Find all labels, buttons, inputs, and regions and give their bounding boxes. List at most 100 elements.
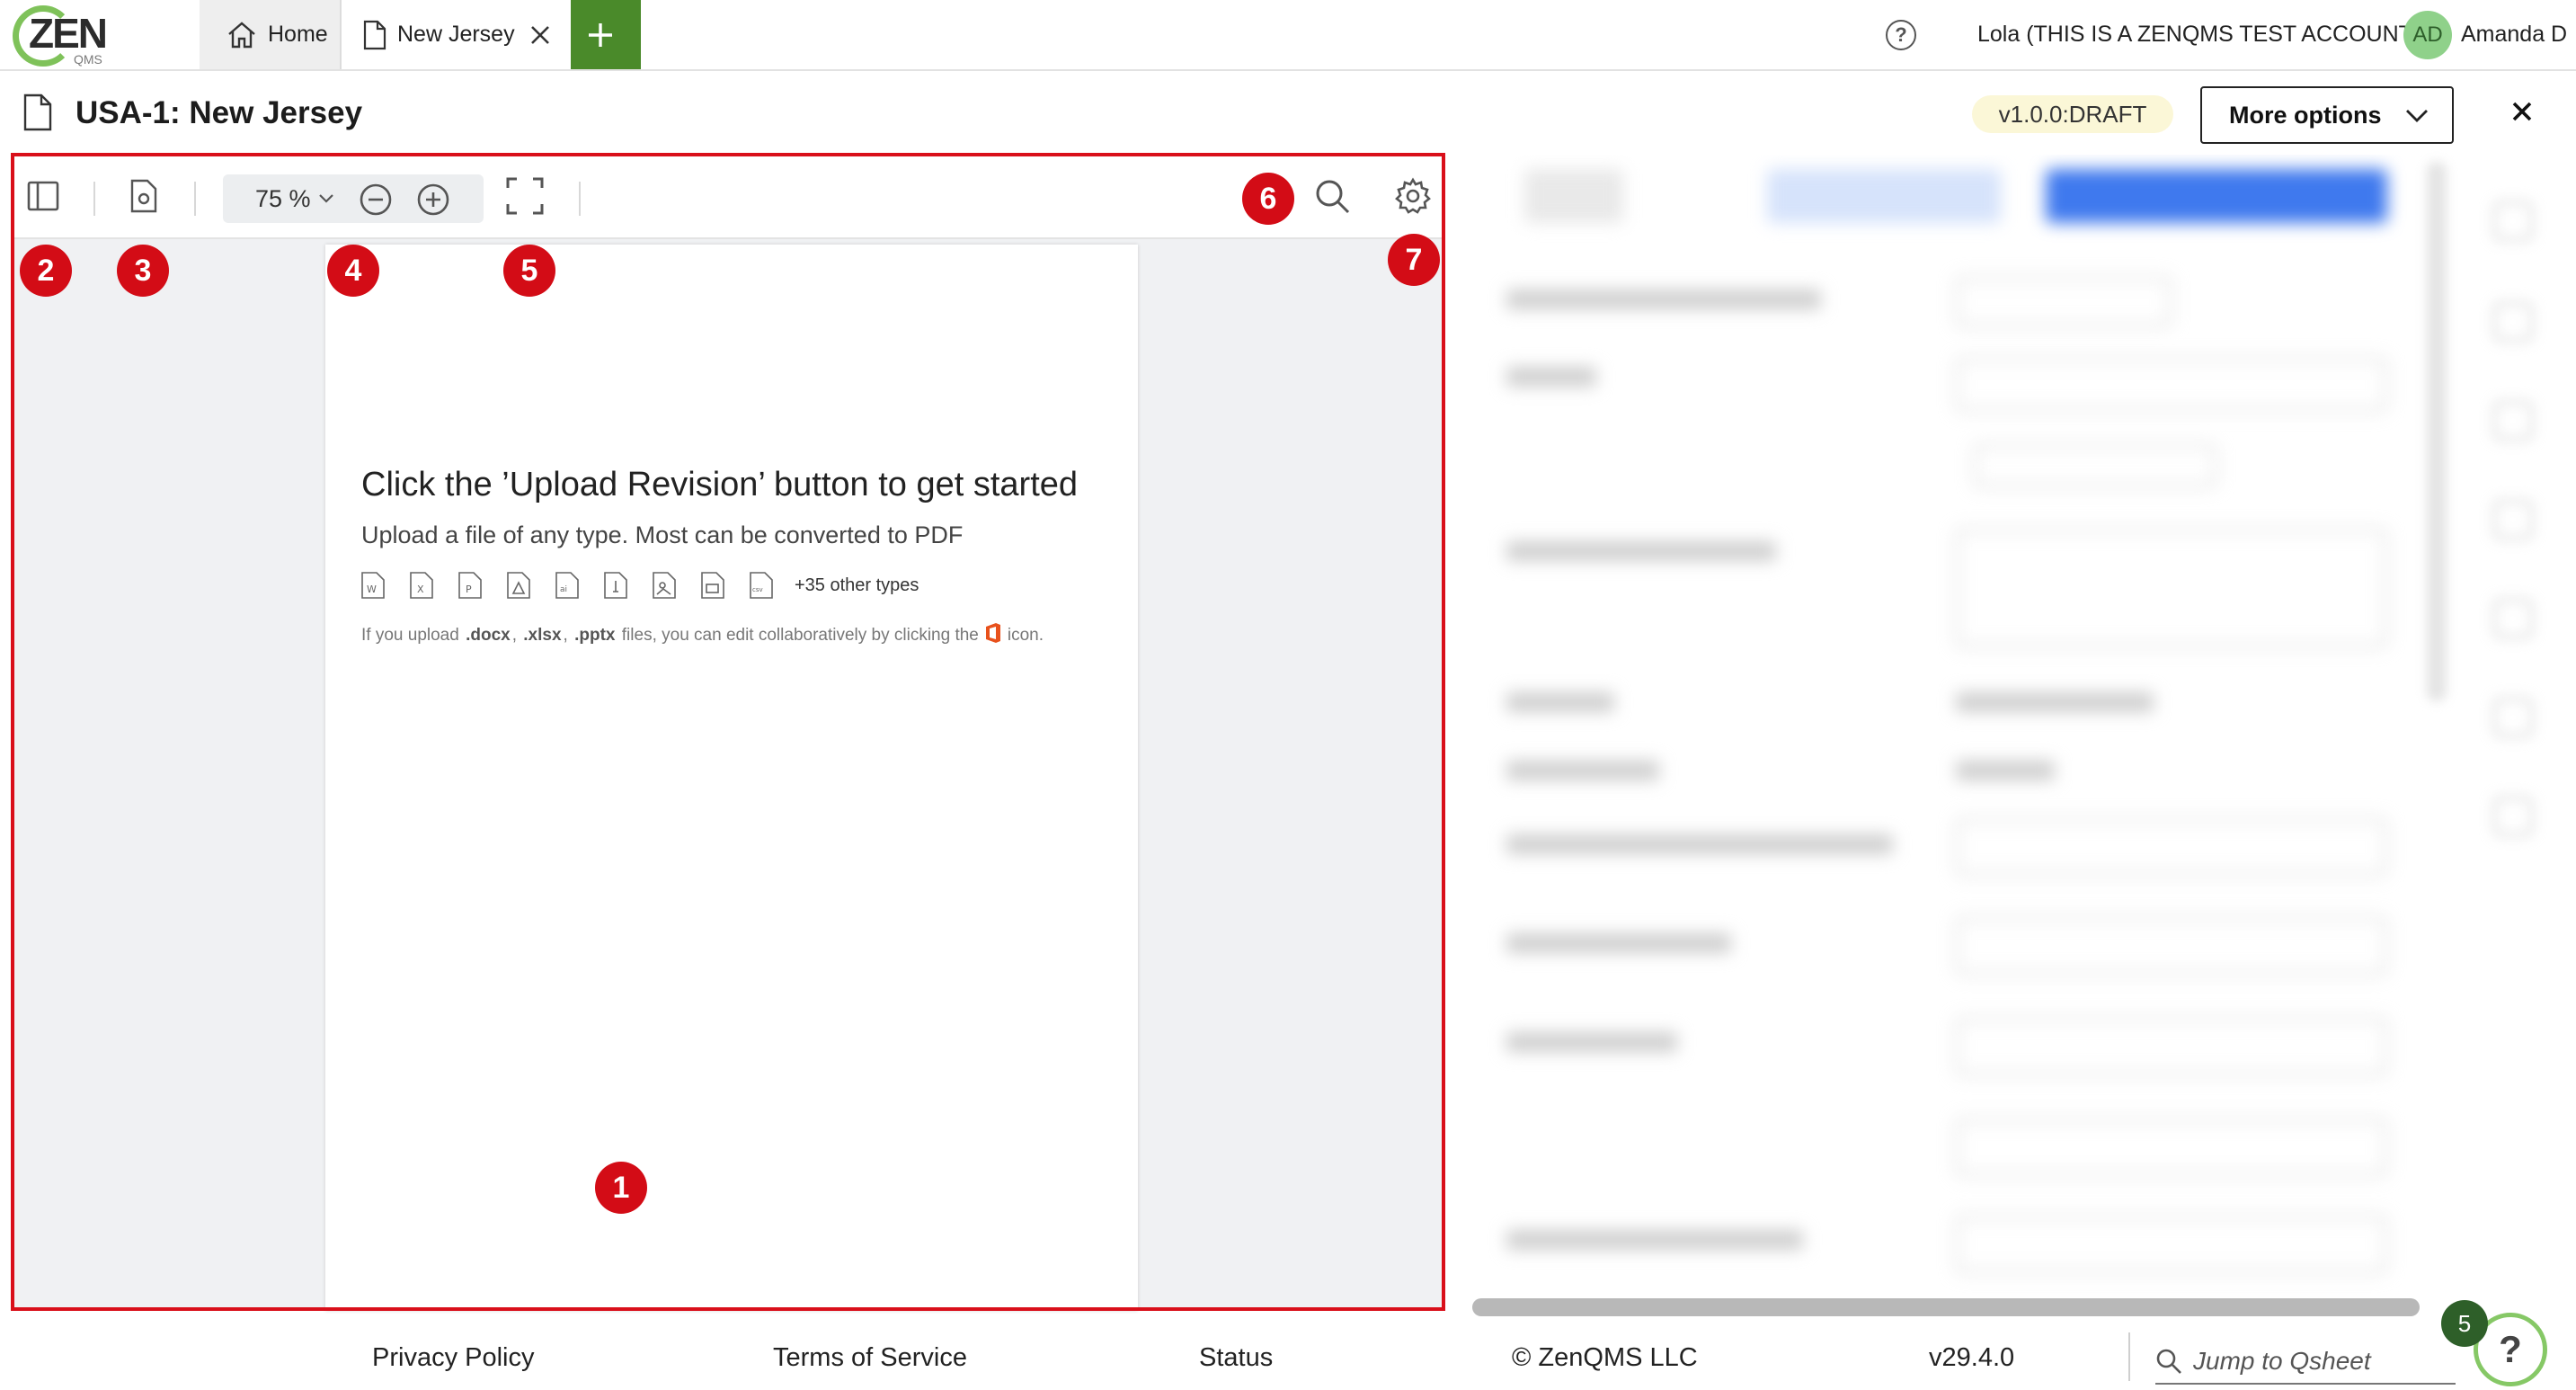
rail-icon[interactable] bbox=[2493, 201, 2533, 241]
pdf-file-icon bbox=[507, 572, 530, 599]
svg-text:P: P bbox=[466, 584, 472, 595]
blurred-field bbox=[1956, 529, 2387, 647]
tab-home[interactable]: Home bbox=[200, 0, 342, 69]
blurred-label bbox=[1506, 933, 1731, 953]
status-link[interactable]: Status bbox=[1199, 1343, 1273, 1373]
blurred-label bbox=[1506, 1032, 1677, 1052]
rail-icon[interactable] bbox=[2493, 797, 2533, 836]
note-comma: , bbox=[511, 626, 517, 645]
help-icon[interactable]: ? bbox=[1886, 20, 1916, 50]
blurred-field bbox=[1956, 1018, 2387, 1075]
close-icon bbox=[2512, 102, 2532, 121]
callout-badge-7: 7 bbox=[1388, 234, 1440, 286]
callout-badge-3: 3 bbox=[117, 245, 169, 297]
svg-text:csv: csv bbox=[752, 586, 763, 593]
rail-icon[interactable] bbox=[2493, 599, 2533, 638]
excel-file-icon: X bbox=[410, 572, 433, 599]
callout-badge-6: 6 bbox=[1242, 173, 1294, 225]
gear-icon bbox=[1395, 177, 1431, 214]
privacy-policy-link[interactable]: Privacy Policy bbox=[372, 1343, 535, 1373]
svg-text:ai: ai bbox=[560, 585, 567, 594]
footer-divider bbox=[2128, 1332, 2130, 1381]
zoom-select[interactable]: 75 % bbox=[255, 185, 311, 213]
blurred-button bbox=[1524, 169, 1623, 223]
more-options-label: More options bbox=[2229, 101, 2382, 129]
image-file-icon bbox=[653, 572, 676, 599]
blurred-button bbox=[2046, 169, 2387, 223]
add-tab-button[interactable] bbox=[571, 0, 641, 69]
avatar[interactable]: AD bbox=[2403, 11, 2452, 59]
toggle-sidebar-button[interactable] bbox=[25, 178, 61, 214]
zoom-in-icon[interactable] bbox=[415, 182, 451, 218]
note-pptx: .pptx bbox=[574, 626, 616, 645]
powerpoint-file-icon: P bbox=[458, 572, 482, 599]
tab-home-label: Home bbox=[268, 22, 328, 47]
terms-of-service-link[interactable]: Terms of Service bbox=[773, 1343, 967, 1373]
blurred-label bbox=[1506, 290, 1821, 309]
user-menu[interactable]: Amanda D bbox=[2461, 22, 2567, 48]
blurred-label bbox=[1506, 692, 1614, 712]
document-search-panel-button[interactable] bbox=[126, 178, 162, 214]
more-options-button[interactable]: More options bbox=[2200, 86, 2454, 144]
search-icon bbox=[2156, 1349, 2181, 1374]
jump-placeholder: Jump to Qsheet bbox=[2193, 1347, 2371, 1375]
callout-badge-1: 1 bbox=[595, 1162, 647, 1214]
copyright: © ZenQMS LLC bbox=[1512, 1343, 1698, 1372]
search-button[interactable] bbox=[1312, 176, 1352, 216]
blurred-field bbox=[1956, 818, 2387, 876]
rail-icon[interactable] bbox=[2493, 401, 2533, 441]
logo-subtext: QMS bbox=[74, 52, 102, 67]
fullscreen-button[interactable] bbox=[505, 176, 545, 216]
callout-badge-2: 2 bbox=[20, 245, 72, 297]
csv-file-icon: csv bbox=[750, 572, 773, 599]
blurred-field bbox=[1956, 1118, 2387, 1176]
rail-icon[interactable] bbox=[2493, 698, 2533, 737]
chevron-down-icon bbox=[2406, 110, 2428, 122]
svg-text:X: X bbox=[417, 584, 424, 595]
illustrator-file-icon: ai bbox=[555, 572, 579, 599]
tab-new-jersey[interactable]: New Jersey bbox=[342, 0, 570, 69]
close-tab-button[interactable] bbox=[529, 24, 562, 46]
office-icon bbox=[984, 622, 1002, 649]
logo-wordmark: ZEN bbox=[29, 10, 108, 57]
blurred-field bbox=[1956, 277, 2172, 327]
note-suffix: icon. bbox=[1007, 626, 1044, 645]
search-icon bbox=[1316, 180, 1350, 214]
blurred-value bbox=[1956, 761, 2055, 780]
blurred-field bbox=[1974, 444, 2216, 487]
blurred-field bbox=[1956, 1216, 2387, 1273]
svg-text:W: W bbox=[367, 584, 377, 595]
panel-vertical-scrollbar[interactable] bbox=[2427, 162, 2447, 701]
zenqms-logo[interactable]: ZEN QMS bbox=[9, 4, 108, 67]
empty-state-subheading: Upload a file of any type. Most can be c… bbox=[361, 521, 964, 548]
close-icon bbox=[530, 25, 549, 44]
database-file-icon bbox=[701, 572, 724, 599]
note-xlsx: .xlsx bbox=[523, 626, 562, 645]
viewer-toolbar: 75 % bbox=[11, 153, 1445, 239]
close-document-button[interactable] bbox=[2511, 101, 2533, 127]
toolbar-divider bbox=[579, 182, 581, 216]
file-type-list: W X P ai csv +35 other types bbox=[361, 572, 919, 599]
zoom-control: 75 % bbox=[223, 174, 484, 223]
rail-icon[interactable] bbox=[2493, 500, 2533, 539]
document-settings-icon bbox=[130, 179, 157, 213]
account-switcher[interactable]: Lola (THIS IS A ZENQMS TEST ACCOUNT) bbox=[1977, 22, 2420, 48]
blurred-value bbox=[1956, 692, 2154, 712]
toolbar-divider bbox=[93, 182, 95, 216]
version-badge: v1.0.0:DRAFT bbox=[1972, 95, 2173, 133]
plus-icon bbox=[589, 22, 612, 47]
viewer-settings-button[interactable] bbox=[1393, 176, 1433, 216]
note-comma: , bbox=[563, 626, 568, 645]
fullscreen-icon bbox=[506, 177, 544, 215]
chevron-down-icon[interactable] bbox=[318, 193, 334, 204]
jump-to-qsheet-input[interactable]: Jump to Qsheet bbox=[2155, 1340, 2456, 1385]
zoom-out-icon[interactable] bbox=[358, 182, 394, 218]
blurred-field bbox=[1956, 358, 2387, 412]
panel-horizontal-scrollbar[interactable] bbox=[1472, 1298, 2420, 1316]
rail-icon[interactable] bbox=[2493, 302, 2533, 342]
blurred-label bbox=[1506, 761, 1659, 780]
document-icon bbox=[23, 94, 52, 136]
other-file-types: +35 other types bbox=[795, 575, 919, 595]
blurred-label bbox=[1506, 541, 1776, 561]
help-notification-count: 5 bbox=[2441, 1300, 2488, 1347]
